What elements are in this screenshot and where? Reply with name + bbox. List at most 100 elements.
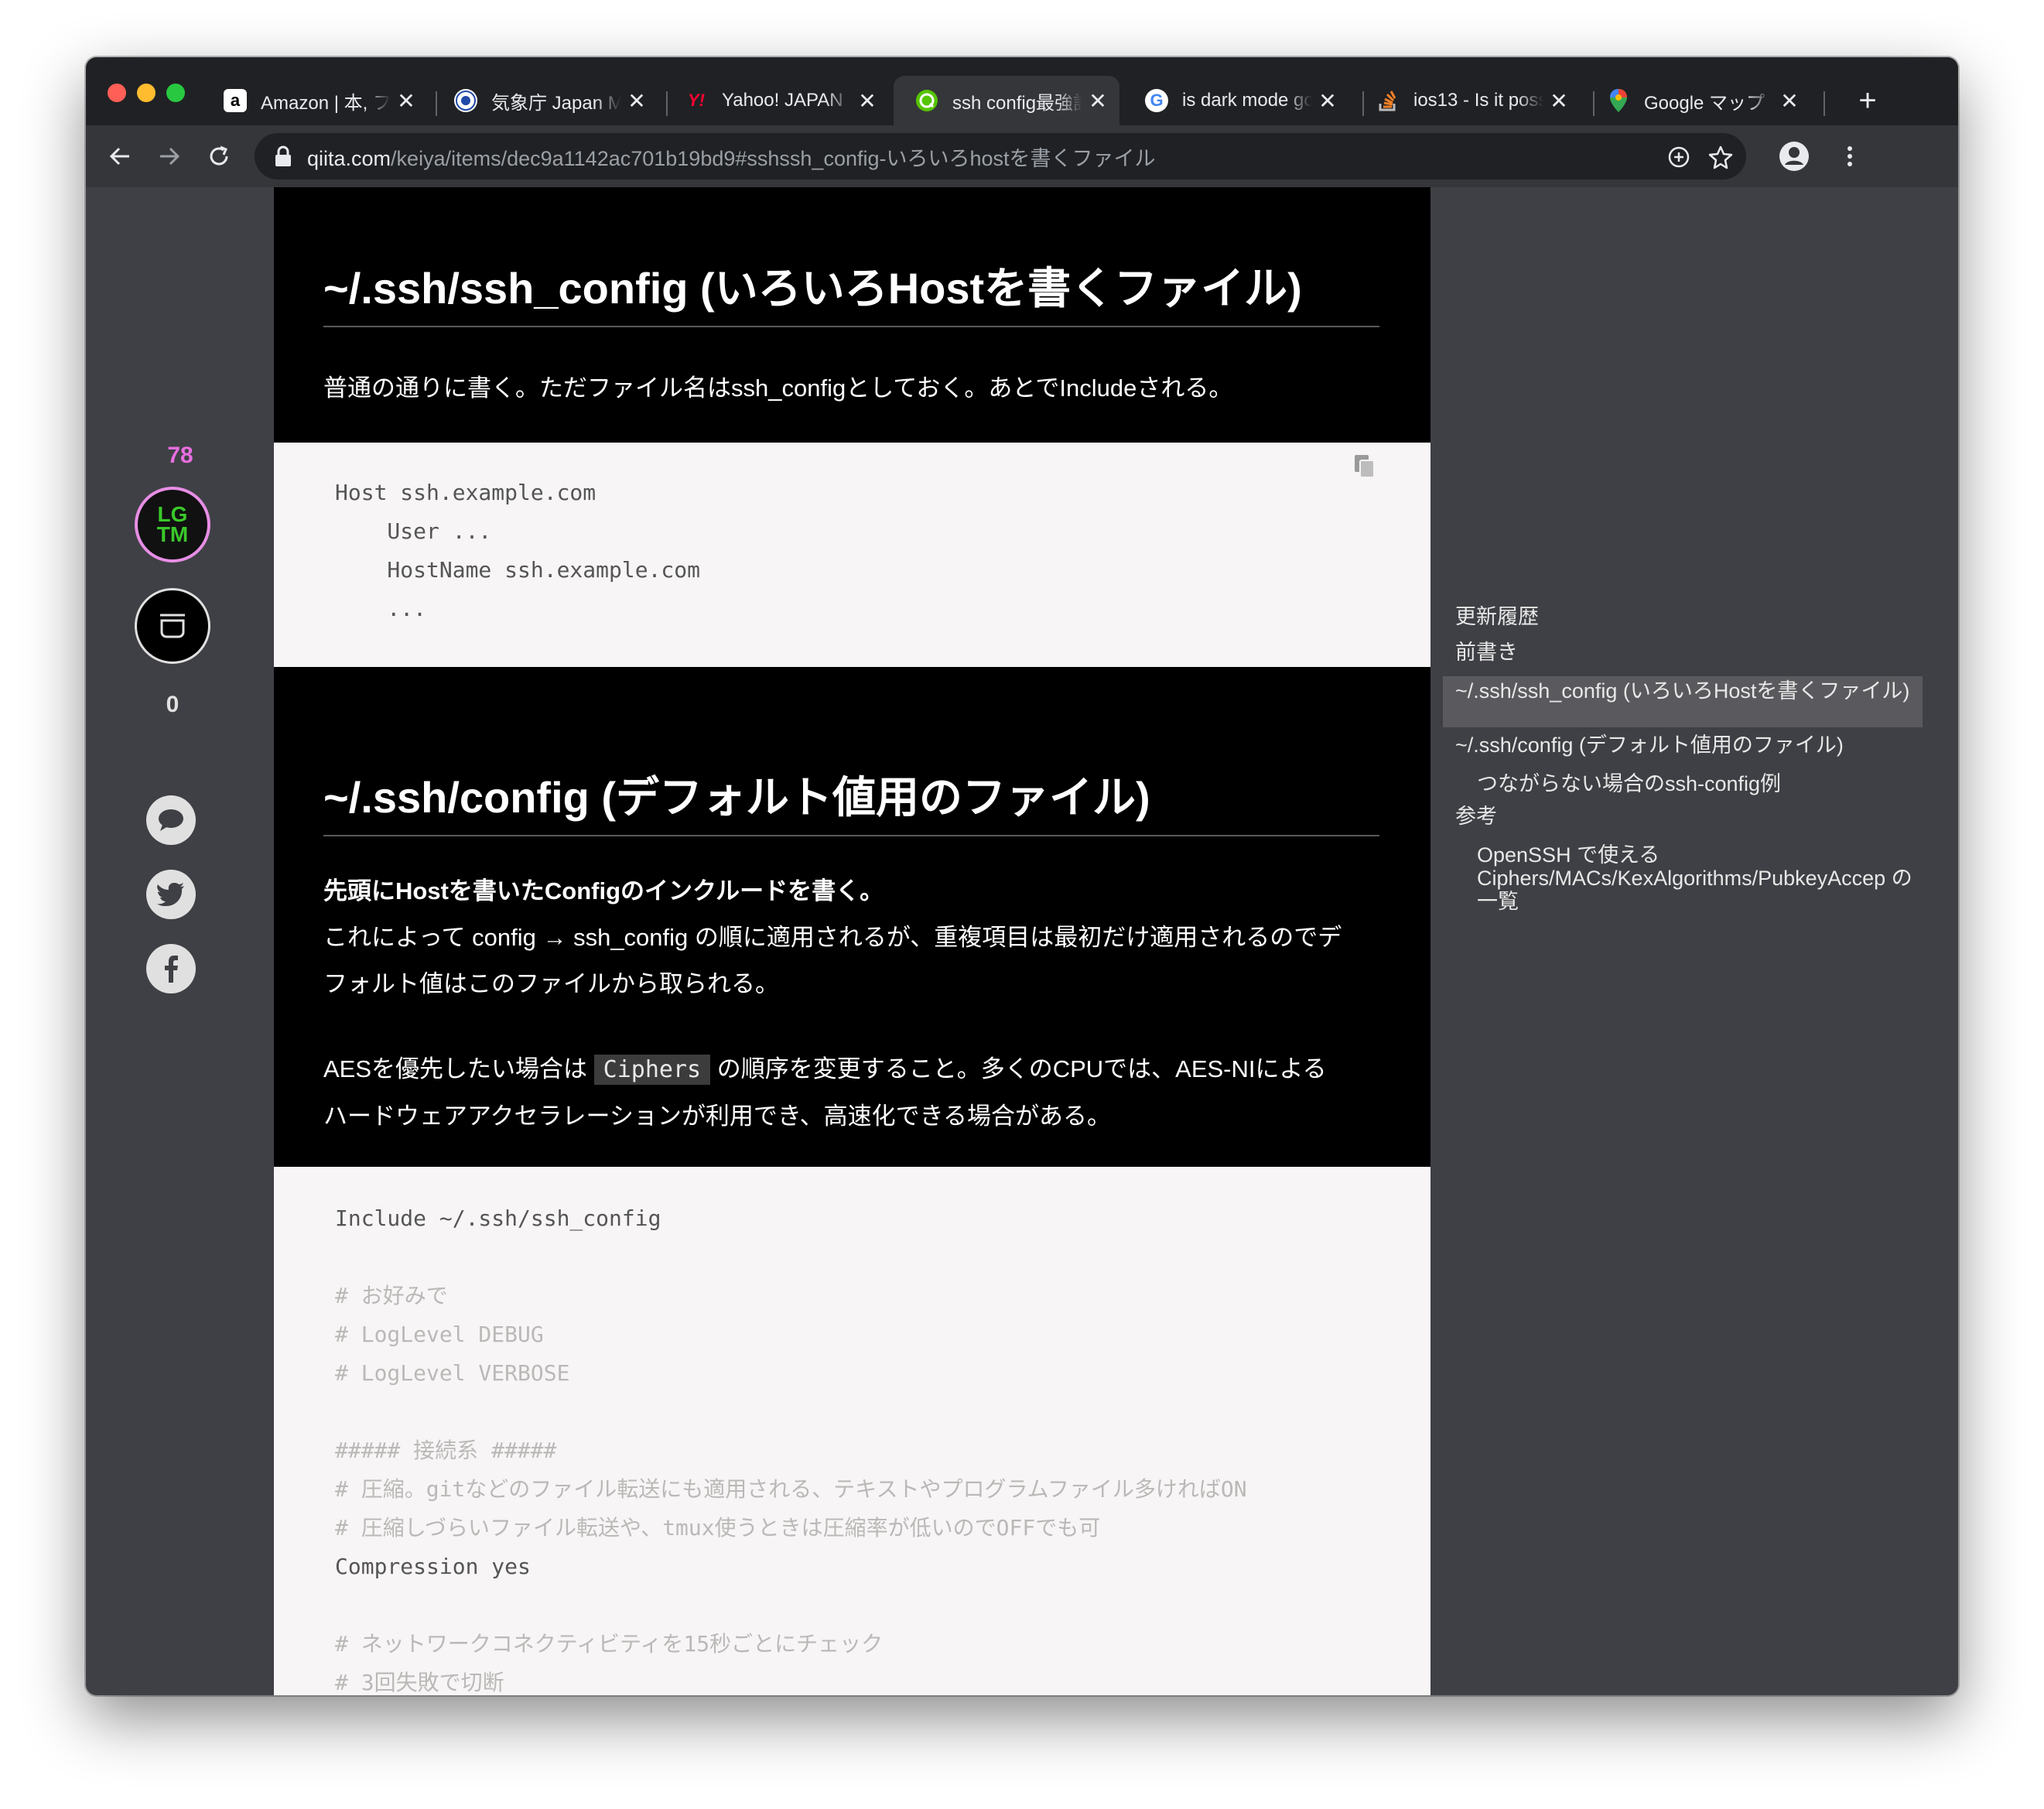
close-icon[interactable]: ✕ [1312,88,1343,114]
paragraph: AESを優先したい場合は Ciphers の順序を変更すること。多くのCPUでは… [323,1046,1391,1140]
jma-icon [454,89,477,112]
reload-icon [210,145,228,166]
article-body: ~/.ssh/ssh_config (いろいろHostを書くファイル) 普通の通… [274,187,1430,1695]
tab-yahoo[interactable]: Y! Yahoo! JAPAN ✕ [663,76,889,125]
code-comment-line: # 圧縮しづらいファイル転送や、tmux使うときは圧縮率が低いのでOFFでも可 [335,1515,1101,1541]
tab-strip: a Amazon | 本, ファッション ✕ 気象庁 Japan Meteoro… [86,57,1958,125]
toc-item[interactable]: 更新履歴 [1455,605,1919,639]
qiita-icon [915,89,938,112]
browser-window: a Amazon | 本, ファッション ✕ 気象庁 Japan Meteoro… [86,57,1958,1695]
tab-title: ssh config最強設定 [952,92,1082,114]
stock-button[interactable] [135,588,210,664]
tab-title: is dark mode google [1182,90,1312,111]
close-icon[interactable]: ✕ [1543,88,1574,114]
code-comment-line: # 3回失敗で切断 [335,1670,504,1695]
window-zoom-button[interactable] [166,84,185,102]
lgtm-button[interactable]: LG TM [135,487,210,563]
tab-title: Amazon | 本, ファッション [261,92,391,114]
window-close-button[interactable] [108,84,126,102]
code-line: ... [335,596,427,621]
toc-item[interactable]: 前書き [1455,641,1919,675]
page-viewport: 78 LG TM 0 ~/.ssh/ssh_config (いろいろHostを書… [86,187,1958,1695]
code-line: Host ssh.example.com [335,480,596,505]
code-line: Include ~/.ssh/ssh_config [335,1205,661,1231]
section-heading: ~/.ssh/ssh_config (いろいろHostを書くファイル) [323,254,1379,327]
toc-item[interactable]: つながらない場合のssh-config例 [1455,769,1919,803]
lgtm-label-bottom: TM [156,522,189,546]
tab-title: Google マップ [1644,92,1765,114]
code-line: Compression yes [335,1554,531,1579]
tab-google[interactable]: G is dark mode google ✕ [1123,76,1349,125]
code-comment-line: # LogLevel DEBUG [335,1322,544,1347]
paragraph-line: ハードウェアアクセラレーションが利用でき、高速化できる場合がある。 [323,1103,1112,1130]
new-tab-button[interactable]: + [1848,76,1887,125]
toc-item[interactable]: OpenSSH で使える Ciphers/MACs/KexAlgorithms/… [1455,840,1919,913]
toc-item[interactable]: ~/.ssh/ssh_config (いろいろHostを書くファイル) [1443,676,1923,727]
close-icon[interactable]: ✕ [852,88,883,114]
copy-icon[interactable] [1352,453,1378,480]
paragraph: 普通の通りに書く。ただファイル名はssh_configとしておく。あとでIncl… [323,374,1233,402]
tab-divider [1824,91,1825,116]
inline-code: Ciphers [593,1055,711,1085]
code-comment-line: # お好みで [335,1283,448,1308]
tab-amazon[interactable]: a Amazon | 本, ファッション ✕ [202,76,428,125]
profile-button[interactable] [1774,136,1814,176]
facebook-share-button[interactable] [146,944,196,993]
window-minimize-button[interactable] [137,84,156,102]
code-comment-line: # 圧縮。gitなどのファイル転送にも適用される、テキストやプログラムファイル多… [335,1476,1247,1502]
tab-qiita[interactable]: ssh config最強設定 ✕ [894,76,1119,125]
like-count: 78 [167,443,193,468]
paragraph-line: フォルト値はこのファイルから取られる。 [323,970,779,997]
section-heading: ~/.ssh/config (デフォルト値用のファイル) [323,763,1379,836]
url-path: /keiya/items/dec9a1142ac701b19bd9#sshssh… [391,146,1156,170]
bookmark-star-icon[interactable] [1707,144,1734,170]
menu-button[interactable] [1830,136,1870,176]
toc-item[interactable]: ~/.ssh/config (デフォルト値用のファイル) [1455,734,1919,768]
back-button[interactable] [100,136,140,176]
code-block: Include ~/.ssh/ssh_config # お好みで # LogLeve… [274,1167,1430,1695]
code-comment-line: ##### 接続系 ##### [335,1438,557,1463]
toc-item[interactable]: 参考 [1455,805,1919,839]
paragraph-bold-line: 先頭にHostを書いたConfigのインクルードを書く。 [323,877,884,904]
comment-count: 0 [166,692,179,717]
url-host: qiita.com [307,146,391,170]
install-app-icon[interactable] [1666,144,1692,170]
paragraph: 先頭にHostを書いたConfigのインクルードを書く。 これによって conf… [323,868,1391,1007]
google-icon: G [1145,89,1168,112]
code-block: Host ssh.example.com User ... HostName s… [274,443,1430,667]
twitter-share-button[interactable] [146,870,196,919]
tab-stackoverflow[interactable]: ios13 - Is it possible ✕ [1355,76,1581,125]
forward-button[interactable] [149,136,190,176]
close-icon[interactable]: ✕ [621,88,652,114]
paragraph-line: AESを優先したい場合は Ciphers の順序を変更すること。多くのCPUでは… [323,1055,1327,1085]
stock-icon [160,614,185,638]
code-line: HostName ssh.example.com [335,557,701,583]
twitter-icon [157,883,184,906]
tab-title: Yahoo! JAPAN [722,90,843,111]
lock-icon [275,145,291,166]
code-comment-line: # ネットワークコネクティビティを15秒ごとにチェック [335,1631,884,1657]
yahoo-icon: Y! [688,91,705,110]
tab-title: ios13 - Is it possible [1413,90,1543,111]
tab-jma[interactable]: 気象庁 Japan Meteorological ✕ [432,76,658,125]
tab-title: 気象庁 Japan Meteorological [491,92,621,114]
address-bar[interactable]: qiita.com/keiya/items/dec9a1142ac701b19b… [255,133,1746,180]
comment-button[interactable] [146,795,196,845]
speech-bubble-icon [159,809,183,831]
stackoverflow-icon [1376,89,1400,112]
code-line: User ... [335,518,492,544]
close-icon[interactable]: ✕ [1082,88,1113,114]
url-text: qiita.com/keiya/items/dec9a1142ac701b19b… [307,142,1156,172]
tab-google-maps[interactable]: Google マップ ✕ [1585,76,1811,125]
close-icon[interactable]: ✕ [391,88,422,114]
close-icon[interactable]: ✕ [1774,88,1805,114]
browser-toolbar: qiita.com/keiya/items/dec9a1142ac701b19b… [86,125,1958,187]
reload-button[interactable] [199,136,239,176]
maps-icon [1607,89,1630,112]
paragraph-line: これによって config → ssh_config の順に適用されるが、重複項… [323,924,1342,951]
code-comment-line: # LogLevel VERBOSE [335,1360,570,1386]
kebab-menu-icon [1847,146,1852,166]
account-icon [1779,142,1809,171]
arrow-left-icon [109,147,129,166]
arrow-right-icon [160,147,180,166]
